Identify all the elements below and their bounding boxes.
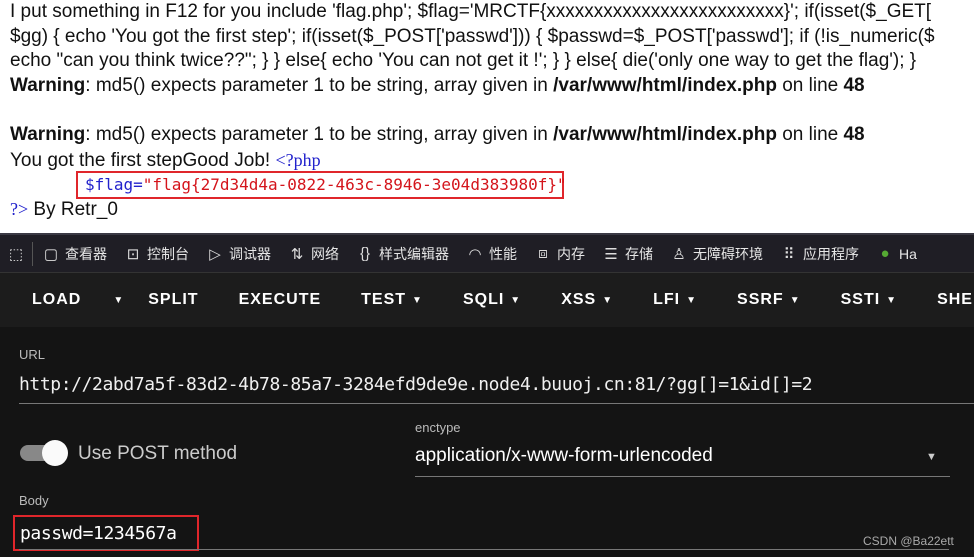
tab-console[interactable]: ⊡ 控制台 bbox=[125, 244, 189, 264]
caret-down-icon: ▼ bbox=[686, 294, 698, 306]
warning-line: Warning: md5() expects parameter 1 to be… bbox=[10, 74, 974, 99]
load-dropdown[interactable]: ▼ bbox=[101, 295, 128, 306]
warning-msg: : md5() expects parameter 1 to be string… bbox=[85, 74, 554, 96]
warning-label: Warning bbox=[10, 123, 86, 145]
first-step-line: You got the first stepGood Job! <?php bbox=[10, 148, 974, 173]
url-label: URL bbox=[19, 347, 46, 362]
tab-performance[interactable]: ◠ 性能 bbox=[467, 244, 517, 264]
xss-menu[interactable]: XSS ▼ bbox=[541, 291, 633, 309]
element-picker-icon[interactable]: ⬚ bbox=[8, 245, 24, 263]
ssti-menu[interactable]: SSTI ▼ bbox=[821, 291, 917, 309]
ssrf-menu[interactable]: SSRF ▼ bbox=[717, 291, 821, 309]
warning-line: Warning: md5() expects parameter 1 to be… bbox=[10, 123, 974, 148]
first-step-text: You got the first stepGood Job! bbox=[10, 149, 276, 171]
accessibility-icon: ♙ bbox=[672, 245, 686, 263]
warning-online: on line bbox=[776, 123, 844, 145]
flag-value: "flag{27d34d4a-0822-463c-8946-3e04d38398… bbox=[142, 175, 567, 194]
hackbar-panel: URL http://2abd7a5f-83d2-4b78-85a7-3284e… bbox=[0, 327, 974, 557]
tab-style-editor[interactable]: {} 样式编辑器 bbox=[357, 244, 449, 264]
source-line: I put something in F12 for you include '… bbox=[10, 1, 932, 22]
caret-down-icon: ▼ bbox=[510, 294, 522, 306]
shell-menu[interactable]: SHELL bbox=[917, 291, 974, 309]
lfi-menu[interactable]: LFI ▼ bbox=[633, 291, 717, 309]
dropdown-arrow-icon[interactable]: ▼ bbox=[926, 451, 937, 463]
caret-down-icon: ▼ bbox=[113, 294, 125, 306]
php-close-tag: ?> bbox=[10, 198, 29, 219]
enctype-select[interactable]: application/x-www-form-urlencoded bbox=[415, 445, 713, 467]
warning-online: on line bbox=[776, 74, 844, 96]
warning-path: /var/www/html/index.php bbox=[553, 123, 777, 145]
byline-text: By Retr_0 bbox=[28, 198, 118, 220]
debugger-icon: ▷ bbox=[209, 245, 221, 263]
split-button[interactable]: SPLIT bbox=[128, 291, 218, 309]
source-line: $gg) { echo 'You got the first step'; if… bbox=[10, 25, 935, 47]
tab-accessibility[interactable]: ♙ 无障碍环境 bbox=[671, 244, 763, 264]
warning-line-number: 48 bbox=[843, 123, 865, 145]
tab-network[interactable]: ⇅ 网络 bbox=[289, 244, 339, 264]
tab-memory[interactable]: ⧈ 内存 bbox=[535, 244, 585, 264]
warning-path: /var/www/html/index.php bbox=[553, 74, 777, 96]
load-button[interactable]: LOAD bbox=[0, 291, 101, 309]
console-icon: ⊡ bbox=[126, 245, 140, 263]
enctype-label: enctype bbox=[415, 420, 461, 435]
flag-var: $flag= bbox=[85, 175, 143, 194]
execute-button[interactable]: EXECUTE bbox=[219, 291, 342, 309]
php-open-tag: <?php bbox=[275, 149, 321, 170]
memory-icon: ⧈ bbox=[538, 245, 548, 262]
grid-icon: ⠿ bbox=[783, 245, 795, 263]
body-label: Body bbox=[19, 493, 49, 508]
source-line: echo "can you think twice??"; } } else{ … bbox=[10, 50, 917, 72]
url-input[interactable]: http://2abd7a5f-83d2-4b78-85a7-3284efd9d… bbox=[19, 374, 813, 395]
performance-icon: ◠ bbox=[468, 245, 482, 263]
tab-hackbar[interactable]: ● Ha bbox=[877, 245, 916, 262]
hackbar-menu: LOAD ▼ SPLIT EXECUTE TEST ▼ SQLI ▼ XSS ▼ LF… bbox=[0, 272, 974, 327]
warning-msg: : md5() expects parameter 1 to be string… bbox=[85, 123, 554, 145]
network-icon: ⇅ bbox=[290, 245, 304, 263]
braces-icon: {} bbox=[359, 245, 371, 262]
tab-debugger[interactable]: ▷ 调试器 bbox=[207, 244, 271, 264]
caret-down-icon: ▼ bbox=[789, 294, 801, 306]
sqli-menu[interactable]: SQLI ▼ bbox=[443, 291, 541, 309]
devtools-toolbar: ⬚ ▢ 查看器 ⊡ 控制台 ▷ 调试器 ⇅ 网络 {} 样式编辑器 ◠ 性能 ⧈ 内存 ☰ 存储… bbox=[0, 233, 974, 272]
body-input[interactable]: passwd=1234567a bbox=[13, 515, 199, 551]
caret-down-icon: ▼ bbox=[602, 294, 614, 306]
watermark: CSDN @Ba22ett bbox=[863, 534, 954, 548]
post-method-label: Use POST method bbox=[78, 443, 238, 464]
tab-application[interactable]: ⠿ 应用程序 bbox=[781, 244, 860, 264]
tab-inspector[interactable]: ▢ 查看器 bbox=[43, 244, 107, 264]
caret-down-icon: ▼ bbox=[886, 294, 898, 306]
warning-line-number: 48 bbox=[843, 74, 865, 96]
test-menu[interactable]: TEST ▼ bbox=[341, 291, 443, 309]
caret-down-icon: ▼ bbox=[412, 294, 423, 306]
post-method-toggle[interactable] bbox=[20, 440, 68, 466]
warning-label: Warning bbox=[10, 74, 86, 96]
flag-highlight-box: $flag="flag{27d34d4a-0822-463c-8946-3e04… bbox=[76, 171, 567, 199]
hackbar-icon: ● bbox=[880, 245, 890, 262]
inspector-icon: ▢ bbox=[43, 245, 59, 263]
byline: ?> By Retr_0 bbox=[10, 197, 974, 222]
tab-storage[interactable]: ☰ 存储 bbox=[603, 244, 653, 264]
storage-icon: ☰ bbox=[604, 245, 618, 263]
